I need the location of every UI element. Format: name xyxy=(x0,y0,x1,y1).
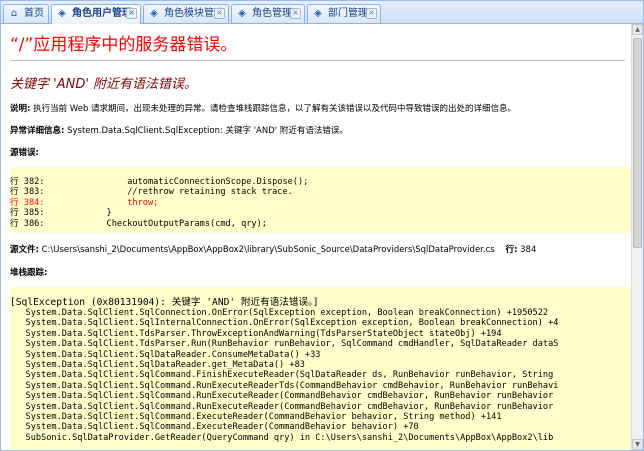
error-title: “/”应用程序中的服务器错误。 xyxy=(10,35,238,55)
code-line: 行 383: //rethrow retaining stack trace. xyxy=(10,187,293,198)
tab-strip: ⌂ 首页 ◈ 角色用户管理 × ◈ 角色模块管理 × ◈ 角色管理 × ◈ 部门… xyxy=(1,1,643,24)
description-label: 说明: xyxy=(10,104,31,114)
scroll-down-icon[interactable]: ▼ xyxy=(632,439,643,450)
tab-home[interactable]: ⌂ 首页 xyxy=(3,4,49,23)
source-file-label: 源文件: xyxy=(10,245,39,255)
stack-line: System.Data.SqlClient.TdsParser.Run(RunB… xyxy=(10,339,559,350)
tab-label: 部门管理 xyxy=(328,8,368,19)
stack-line: System.Data.SqlClient.SqlCommand.RunExec… xyxy=(10,401,554,412)
code-line-error: 行 384: throw; xyxy=(10,197,159,208)
source-file: 源文件: C:\Users\sanshi_2\Documents\AppBox\… xyxy=(10,243,536,255)
tab-label: 首页 xyxy=(24,8,44,19)
source-error-label: 源错误: xyxy=(10,148,39,158)
stack-line: System.Data.SqlClient.SqlCommand.RunExec… xyxy=(10,380,559,391)
tab-role-module-management[interactable]: ◈ 角色模块管理 × xyxy=(143,4,229,23)
stack-line: System.Data.SqlClient.SqlDataReader.Cons… xyxy=(10,349,321,360)
tag-icon: ◈ xyxy=(238,8,246,19)
stack-line: System.Data.SqlClient.TdsParser.ThrowExc… xyxy=(10,328,502,339)
stack-line: System.Data.SqlClient.SqlConnection.OnEr… xyxy=(10,308,549,318)
exception-details: 异常详细信息: System.Data.SqlClient.SqlExcepti… xyxy=(10,124,348,136)
source-file-path: C:\Users\sanshi_2\Documents\AppBox\AppBo… xyxy=(41,245,495,255)
home-icon: ⌂ xyxy=(10,8,18,19)
source-code-box: 行 382: automaticConnectionScope.Dispose(… xyxy=(10,167,631,233)
close-icon[interactable]: × xyxy=(366,8,377,19)
tab-department-management[interactable]: ◈ 部门管理 × xyxy=(307,4,381,23)
tab-role-management[interactable]: ◈ 角色管理 × xyxy=(231,4,305,23)
close-icon[interactable]: × xyxy=(126,8,137,19)
stack-line: System.Data.SqlClient.SqlCommand.Execute… xyxy=(10,422,419,433)
tag-icon: ◈ xyxy=(150,8,158,19)
stack-line: System.Data.SqlClient.SqlCommand.Execute… xyxy=(10,412,502,423)
code-line: 行 382: automaticConnectionScope.Dispose(… xyxy=(10,177,309,187)
close-icon[interactable]: × xyxy=(214,8,225,19)
tag-icon: ◈ xyxy=(314,8,322,19)
error-subtitle: 关键字 'AND' 附近有语法错误。 xyxy=(10,77,198,92)
tab-label: 角色用户管理 xyxy=(72,8,132,19)
code-line: 行 385: } xyxy=(10,208,112,219)
description-text: 执行当前 Web 请求期间，出现未处理的异常。请检查堆栈跟踪信息，以了解有关该错… xyxy=(33,104,517,114)
stack-trace-label: 堆栈跟踪: xyxy=(10,268,48,278)
exception-label: 异常详细信息: xyxy=(10,126,65,136)
app-window: ⌂ 首页 ◈ 角色用户管理 × ◈ 角色模块管理 × ◈ 角色管理 × ◈ 部门… xyxy=(0,0,644,451)
source-line-number: 384 xyxy=(520,245,537,255)
stack-line: System.Data.SqlClient.SqlCommand.RunExec… xyxy=(10,391,554,402)
stack-line: SubSonic.SqlDataProvider.GetReader(Query… xyxy=(10,432,554,443)
stack-line: [SqlException (0x80131904): 关键字 'AND' 附近… xyxy=(10,297,319,308)
stack-trace-box: [SqlException (0x80131904): 关键字 'AND' 附近… xyxy=(10,287,631,450)
close-icon[interactable]: × xyxy=(290,8,301,19)
code-line: 行 386: CheckoutOutputParams(cmd, qry); xyxy=(10,218,267,229)
tab-role-user-management[interactable]: ◈ 角色用户管理 × xyxy=(51,4,141,24)
scroll-up-icon[interactable]: ▲ xyxy=(632,24,643,35)
tab-label: 角色管理 xyxy=(252,8,292,19)
vertical-scrollbar[interactable]: ▲ ▼ xyxy=(631,24,643,450)
tag-icon: ◈ xyxy=(58,8,66,19)
exception-text: System.Data.SqlClient.SqlException: 关键字 … xyxy=(67,126,348,136)
source-line-label: 行: xyxy=(505,245,518,255)
stack-line: System.Data.SqlClient.SqlInternalConnect… xyxy=(10,318,559,329)
stack-line: System.Data.SqlClient.SqlCommand.FinishE… xyxy=(10,370,554,381)
divider xyxy=(10,60,625,61)
description: 说明: 执行当前 Web 请求期间，出现未处理的异常。请检查堆栈跟踪信息，以了解… xyxy=(10,102,516,114)
error-page: “/”应用程序中的服务器错误。 关键字 'AND' 附近有语法错误。 说明: 执… xyxy=(1,24,631,450)
scroll-thumb[interactable] xyxy=(633,38,642,248)
stack-line: System.Data.SqlClient.SqlDataReader.get_… xyxy=(10,360,305,371)
